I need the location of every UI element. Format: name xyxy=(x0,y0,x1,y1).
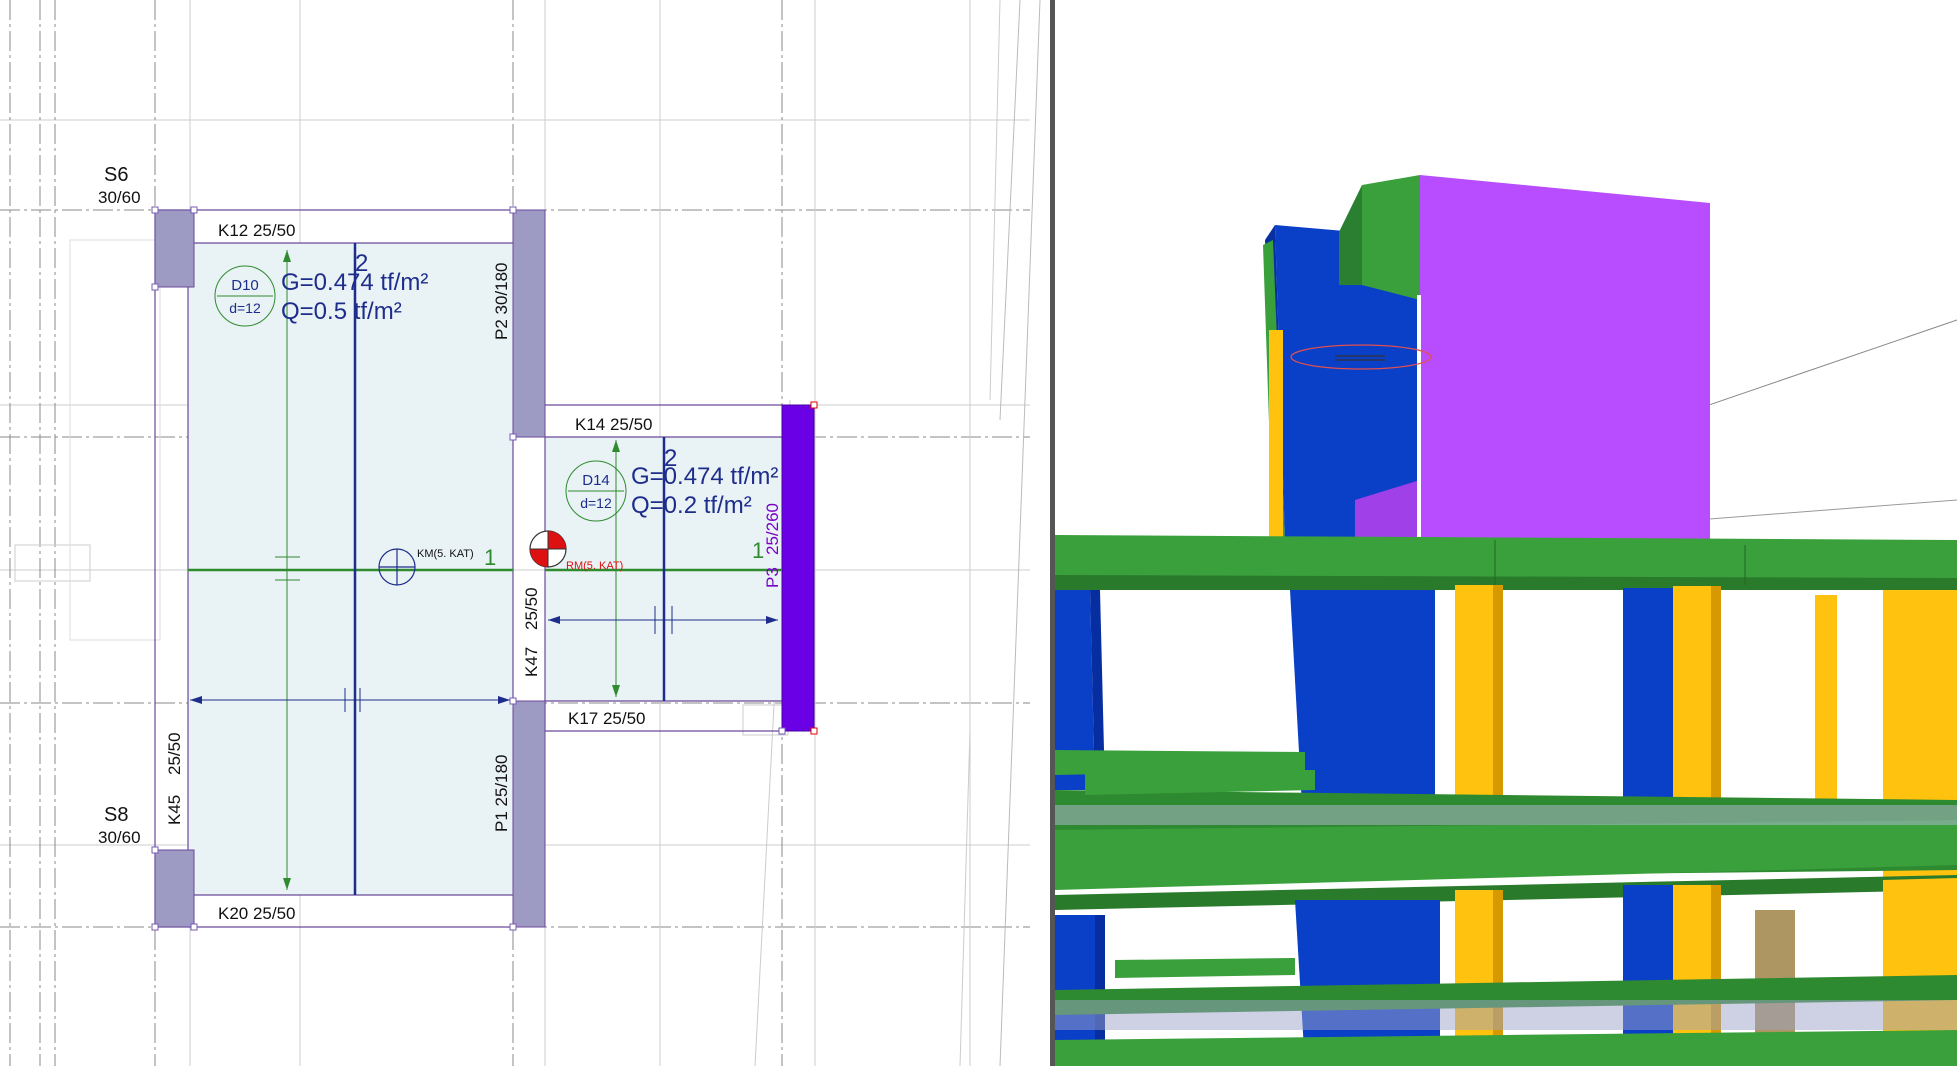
slab-d14-q-load: Q=0.2 tf/m² xyxy=(631,492,752,519)
mass-center-marker xyxy=(378,548,416,586)
column-p1-label: P1 25/180 xyxy=(492,754,511,832)
slab-d10-q-load: Q=0.5 tf/m² xyxy=(281,298,402,325)
axis-mark-1a: 1 xyxy=(484,545,496,570)
beam-k12-label: K12 25/50 xyxy=(218,221,296,240)
column-p1[interactable] xyxy=(512,700,546,928)
column-p3[interactable] xyxy=(781,404,815,732)
mass-center-label: KM(5. KAT) xyxy=(417,548,474,560)
beam-k17-label: K17 25/50 xyxy=(568,709,646,728)
slab-d14-id: D14 xyxy=(582,472,610,489)
column-s6-size: 30/60 xyxy=(98,188,141,207)
column-s8[interactable] xyxy=(154,849,195,928)
beam-k45-name: K45 xyxy=(165,795,184,825)
rigidity-center-label: RM(5. KAT) xyxy=(566,560,623,572)
floor-beams-lower xyxy=(1055,958,1957,1066)
slab-d10-thickness: d=12 xyxy=(229,300,261,316)
column-s6[interactable] xyxy=(154,209,195,288)
axis-mark-1b: 1 xyxy=(752,538,764,563)
rigidity-center-marker xyxy=(529,530,567,568)
floor-plan-view[interactable]: D10 d=12 G=0.474 tf/m² Q=0.5 tf/m² 2 D14… xyxy=(0,0,1050,1067)
column-p3-name: P3 xyxy=(763,567,782,588)
3d-model-view[interactable] xyxy=(1055,0,1957,1066)
column-p2-label: P2 30/180 xyxy=(492,262,511,340)
slab-d10-direction-mark: 2 xyxy=(355,250,368,277)
column-s8-size: 30/60 xyxy=(98,828,141,847)
column-s6-name: S6 xyxy=(104,164,128,186)
column-s8-name: S8 xyxy=(104,804,128,826)
beam-k47-name: K47 xyxy=(522,647,541,677)
beam-k20-label: K20 25/50 xyxy=(218,904,296,923)
beam-k47-size: 25/50 xyxy=(522,587,541,630)
slab-d14-g-load: G=0.474 tf/m² xyxy=(631,463,778,490)
slab-d10-id: D10 xyxy=(231,277,259,294)
slab-d14-thickness: d=12 xyxy=(580,495,612,511)
slab-d14-direction-mark: 2 xyxy=(664,445,677,472)
column-p3-size: 25/260 xyxy=(763,503,782,555)
beam-k45-size: 25/50 xyxy=(165,732,184,775)
beam-k14-label: K14 25/50 xyxy=(575,415,653,434)
column-p2[interactable] xyxy=(512,209,546,438)
floor-beams-upper xyxy=(1055,535,1957,590)
